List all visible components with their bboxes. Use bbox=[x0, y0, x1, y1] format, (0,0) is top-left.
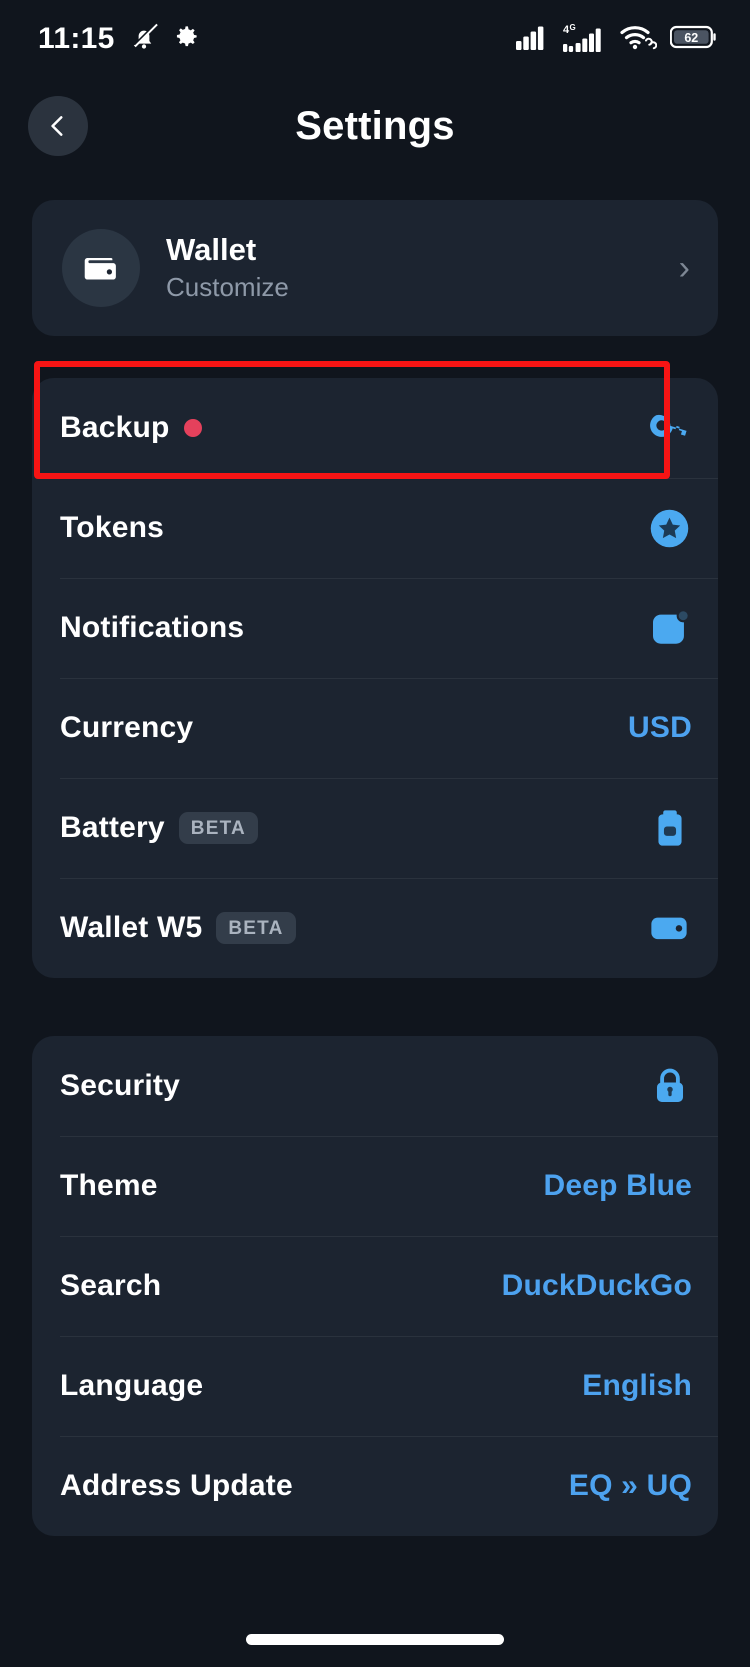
row-battery[interactable]: Battery BETA bbox=[32, 778, 718, 878]
status-bar-right: 4 G 62 bbox=[516, 22, 718, 57]
status-time: 11:15 bbox=[38, 22, 115, 55]
row-label-battery: Battery BETA bbox=[60, 811, 258, 845]
currency-label-text: Currency bbox=[60, 711, 194, 744]
address-update-label-text: Address Update bbox=[60, 1469, 293, 1502]
theme-label-text: Theme bbox=[60, 1169, 158, 1202]
row-right-security bbox=[648, 1064, 692, 1108]
mute-bell-icon bbox=[129, 21, 159, 57]
wallet-subtitle: Customize bbox=[166, 272, 289, 303]
row-theme[interactable]: Theme Deep Blue bbox=[32, 1136, 718, 1236]
row-backup[interactable]: Backup bbox=[32, 378, 718, 478]
row-right-notifications bbox=[647, 606, 692, 651]
row-label-security: Security bbox=[60, 1069, 180, 1103]
star-circle-icon bbox=[650, 509, 689, 547]
row-right-search: DuckDuckGo bbox=[502, 1269, 692, 1303]
wallet-icon bbox=[84, 258, 116, 280]
page-title: Settings bbox=[295, 103, 455, 148]
wallet-text-block: Wallet Customize bbox=[166, 231, 679, 306]
4g-signal-bars-icon: 4 G bbox=[562, 22, 606, 57]
theme-value: Deep Blue bbox=[543, 1169, 692, 1202]
row-right-backup bbox=[646, 405, 692, 451]
key-icon bbox=[650, 414, 687, 437]
row-label-address-update: Address Update bbox=[60, 1469, 293, 1503]
lock-icon bbox=[656, 1068, 684, 1102]
phone-screen: 11:15 4 G 62 Settings Wallet Customize ›… bbox=[0, 0, 750, 1667]
row-wallet-w5[interactable]: Wallet W5 BETA bbox=[32, 878, 718, 978]
row-address-update[interactable]: Address Update EQ » UQ bbox=[32, 1436, 718, 1536]
wifi-icon bbox=[619, 23, 658, 56]
row-label-wallet-w5: Wallet W5 BETA bbox=[60, 911, 296, 945]
wallet-title: Wallet bbox=[166, 231, 257, 267]
row-security[interactable]: Security bbox=[32, 1036, 718, 1136]
wallet-avatar bbox=[62, 229, 140, 307]
backup-label-text: Backup bbox=[60, 411, 170, 444]
battery-level-text: 62 bbox=[684, 31, 698, 45]
beta-badge: BETA bbox=[178, 812, 258, 844]
row-right-currency: USD bbox=[628, 711, 692, 745]
security-label-text: Security bbox=[60, 1069, 180, 1102]
beta-badge: BETA bbox=[216, 912, 296, 944]
settings-group-two: Security Theme Deep Blue Search DuckDuck… bbox=[32, 1036, 718, 1536]
search-value: DuckDuckGo bbox=[501, 1269, 692, 1302]
home-indicator[interactable] bbox=[246, 1634, 504, 1645]
signal-bars-icon bbox=[516, 24, 549, 55]
row-right-language: English bbox=[582, 1369, 692, 1403]
row-language[interactable]: Language English bbox=[32, 1336, 718, 1436]
wallet-row[interactable]: Wallet Customize › bbox=[32, 200, 718, 336]
wallet-w5-label-text: Wallet W5 bbox=[60, 911, 203, 944]
row-label-notifications: Notifications bbox=[60, 611, 244, 645]
battery-label-text: Battery bbox=[60, 811, 165, 844]
language-label-text: Language bbox=[60, 1369, 204, 1402]
row-label-theme: Theme bbox=[60, 1169, 158, 1203]
page-header: Settings bbox=[0, 78, 750, 174]
row-label-tokens: Tokens bbox=[60, 511, 164, 545]
row-right-wallet-w5 bbox=[646, 905, 692, 951]
wallet-card: Wallet Customize › bbox=[32, 200, 718, 336]
notification-bell-icon bbox=[653, 608, 690, 644]
battery-icon bbox=[658, 810, 682, 846]
notifications-label-text: Notifications bbox=[60, 611, 245, 644]
row-label-language: Language bbox=[60, 1369, 203, 1403]
row-right-tokens bbox=[647, 506, 692, 551]
settings-group-one: Backup Tokens Notifications Currency USD… bbox=[32, 378, 718, 978]
chevron-right-icon: › bbox=[678, 249, 690, 287]
tokens-label-text: Tokens bbox=[60, 511, 165, 544]
row-right-battery bbox=[648, 806, 692, 850]
row-currency[interactable]: Currency USD bbox=[32, 678, 718, 778]
row-label-search: Search bbox=[60, 1269, 161, 1303]
wallet-w5-icon bbox=[651, 917, 687, 940]
row-right-address-update: EQ » UQ bbox=[569, 1469, 692, 1503]
row-label-backup: Backup bbox=[60, 411, 202, 445]
unread-dot-badge bbox=[183, 419, 202, 437]
battery-icon: 62 bbox=[669, 24, 718, 55]
row-right-theme: Deep Blue bbox=[543, 1169, 692, 1203]
back-button[interactable] bbox=[28, 96, 88, 156]
row-search[interactable]: Search DuckDuckGo bbox=[32, 1236, 718, 1336]
address-update-value: EQ » UQ bbox=[568, 1469, 692, 1502]
status-bar-left: 11:15 bbox=[38, 21, 200, 57]
chevron-left-icon bbox=[51, 116, 63, 136]
svg-text:G: G bbox=[570, 23, 576, 32]
language-value: English bbox=[582, 1369, 692, 1402]
gear-icon bbox=[173, 23, 200, 55]
row-tokens[interactable]: Tokens bbox=[32, 478, 718, 578]
status-bar: 11:15 4 G 62 bbox=[0, 0, 750, 78]
search-label-text: Search bbox=[60, 1269, 162, 1302]
row-label-currency: Currency bbox=[60, 711, 193, 745]
row-notifications[interactable]: Notifications bbox=[32, 578, 718, 678]
currency-value: USD bbox=[628, 711, 692, 744]
